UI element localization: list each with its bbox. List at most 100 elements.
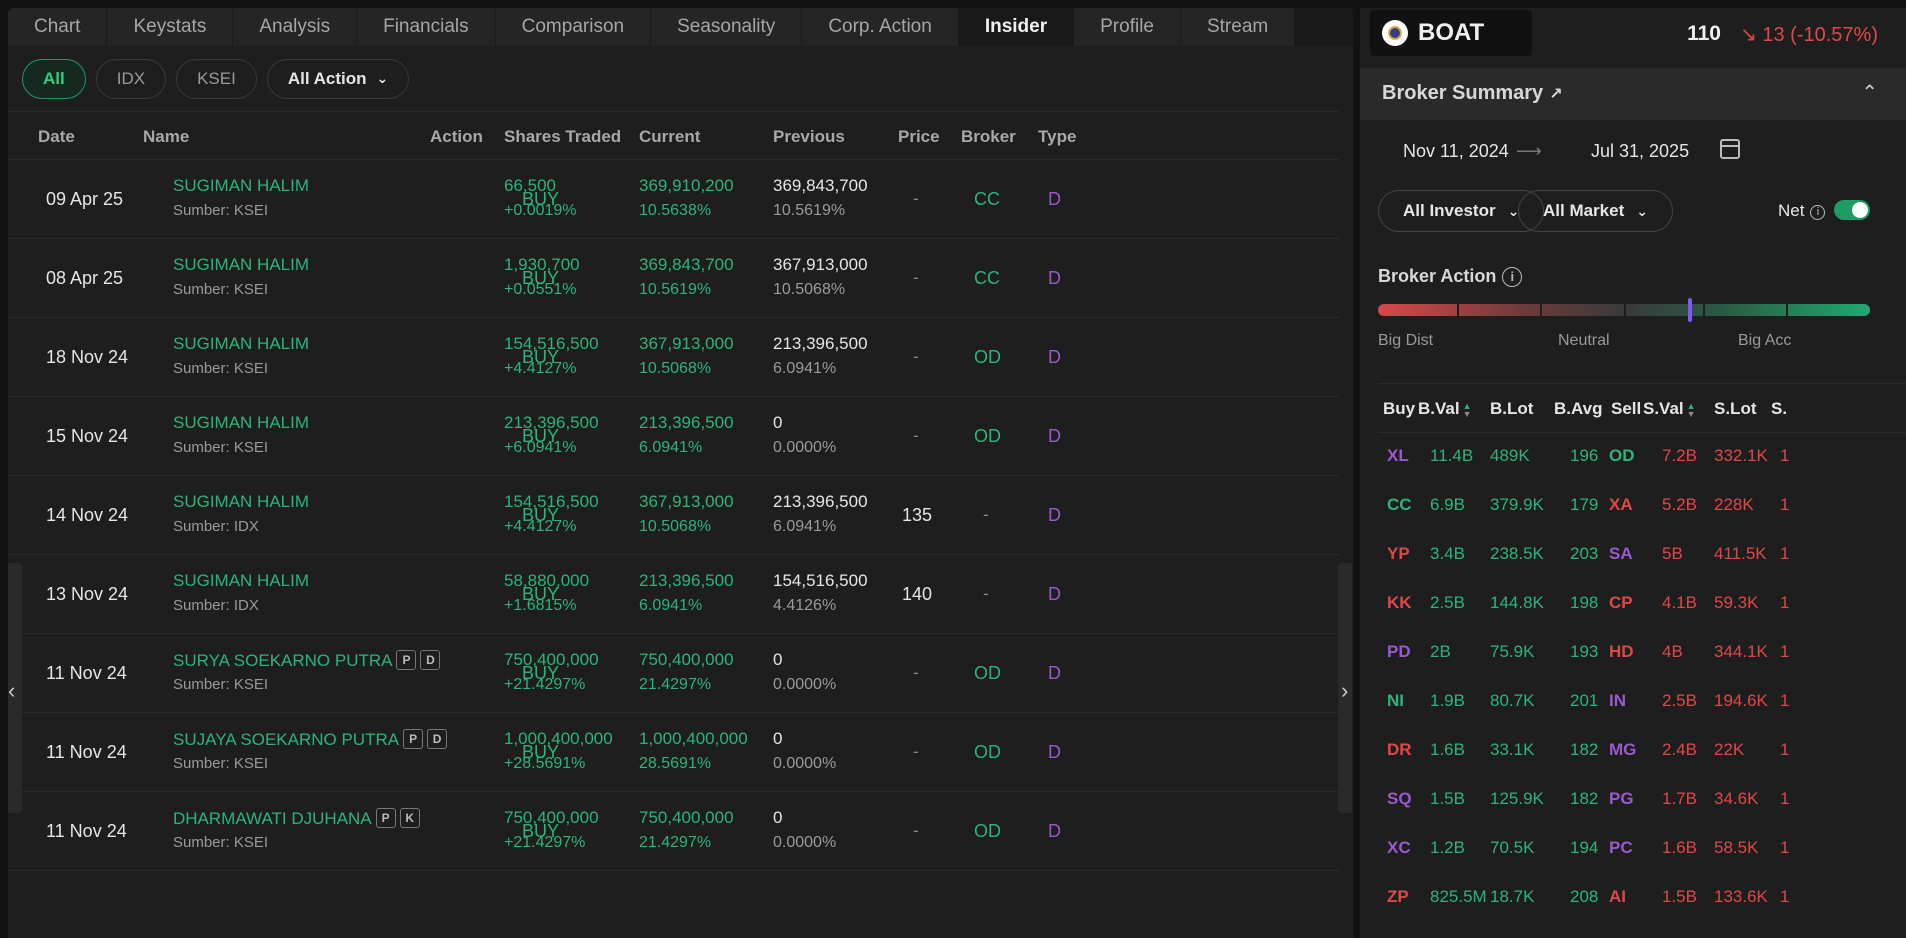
sell-broker-code[interactable]: SA (1609, 544, 1633, 564)
current-holding: 367,913,000 (639, 334, 734, 353)
buy-broker-code[interactable]: XL (1387, 446, 1409, 466)
buy-broker-code[interactable]: YP (1387, 544, 1410, 564)
market-dropdown[interactable]: All Market ⌄ (1518, 190, 1673, 232)
sell-broker-code[interactable]: PC (1609, 838, 1633, 858)
info-icon[interactable]: i (1502, 267, 1523, 287)
buy-broker-code[interactable]: XC (1387, 838, 1411, 858)
col-previous[interactable]: Previous (773, 127, 845, 147)
broker-row[interactable]: NI 1.9B 80.7K 201 IN 2.5B 194.6K 1 (1378, 679, 1906, 728)
col-price[interactable]: Price (898, 127, 940, 147)
table-row[interactable]: 18 Nov 24 SUGIMAN HALIM Sumber: KSEI BUY… (8, 318, 1339, 397)
tab-corp-action[interactable]: Corp. Action (802, 8, 959, 46)
broker-summary-header[interactable]: Broker Summary ↗ ⌃ (1360, 68, 1906, 120)
sell-broker-code[interactable]: OD (1609, 446, 1635, 466)
tab-insider[interactable]: Insider (958, 8, 1075, 46)
tab-financials[interactable]: Financials (357, 8, 496, 46)
sell-broker-code[interactable]: CP (1609, 593, 1633, 613)
broker-summary-title[interactable]: Broker Summary ↗ (1382, 82, 1563, 105)
sell-broker-code[interactable]: IN (1609, 691, 1626, 711)
insider-name-link[interactable]: SURYA SOEKARNO PUTRA P D (173, 650, 441, 671)
col-name[interactable]: Name (143, 127, 189, 147)
buy-broker-code[interactable]: ZP (1387, 887, 1409, 907)
col-slot[interactable]: S.Lot (1714, 399, 1757, 419)
insider-name-link[interactable]: SUGIMAN HALIM (173, 334, 309, 354)
arrow-right-icon: ⟶ (1516, 141, 1542, 161)
filter-all-button[interactable]: All (22, 58, 86, 99)
col-action[interactable]: Action (430, 127, 483, 147)
table-row[interactable]: 11 Nov 24 DHARMAWATI DJUHANA P K Sumber: K… (8, 792, 1339, 871)
table-row[interactable]: 08 Apr 25 SUGIMAN HALIM Sumber: KSEI BUY… (8, 239, 1339, 318)
insider-name: SUGIMAN HALIM (173, 176, 310, 195)
col-current[interactable]: Current (639, 127, 700, 147)
broker-row[interactable]: CC 6.9B 379.9K 179 XA 5.2B 228K 1 (1378, 483, 1906, 532)
broker-row[interactable]: KK 2.5B 144.8K 198 CP 4.1B 59.3K 1 (1378, 581, 1906, 630)
tab-analysis[interactable]: Analysis (233, 8, 358, 46)
insider-name-link[interactable]: DHARMAWATI DJUHANA P K (173, 808, 420, 829)
broker-row[interactable]: XL 11.4B 489K 196 OD 7.2B 332.1K 1 (1378, 434, 1906, 483)
shares-traded-pct: +28.5691% (504, 755, 586, 772)
sell-value: 5.2B (1662, 495, 1697, 514)
buy-broker-code[interactable]: CC (1387, 495, 1412, 515)
col-broker[interactable]: Broker (961, 127, 1016, 147)
col-savg[interactable]: S. (1771, 399, 1787, 419)
insider-name-link[interactable]: SUGIMAN HALIM (173, 413, 309, 433)
chevron-down-icon: ⌄ (1636, 202, 1648, 219)
calendar-icon[interactable] (1720, 139, 1740, 159)
insider-name-link[interactable]: SUGIMAN HALIM (173, 571, 309, 591)
tab-chart[interactable]: Chart (8, 8, 108, 46)
table-row[interactable]: 11 Nov 24 SURYA SOEKARNO PUTRA P D Sumber:… (8, 634, 1339, 713)
filter-ksei-button[interactable]: KSEI (176, 58, 257, 99)
net-toggle[interactable] (1834, 200, 1870, 220)
col-sell[interactable]: Sell (1611, 399, 1641, 419)
chevron-up-icon[interactable]: ⌃ (1861, 80, 1878, 105)
filter-idx-button[interactable]: IDX (95, 58, 167, 99)
tab-keystats[interactable]: Keystats (107, 8, 234, 46)
date-to[interactable]: Jul 31, 2025 (1591, 141, 1689, 162)
col-shares-traded[interactable]: Shares Traded (504, 127, 621, 147)
insider-name-link[interactable]: SUJAYA SOEKARNO PUTRA P D (173, 729, 448, 750)
table-row[interactable]: 09 Apr 25 SUGIMAN HALIM Sumber: KSEI BUY… (8, 160, 1339, 239)
buy-broker-code[interactable]: KK (1387, 593, 1412, 613)
table-row[interactable]: 13 Nov 24 SUGIMAN HALIM Sumber: IDX BUY … (8, 555, 1339, 634)
broker-row[interactable]: DR 1.6B 33.1K 182 MG 2.4B 22K 1 (1378, 728, 1906, 777)
broker-row[interactable]: SQ 1.5B 125.9K 182 PG 1.7B 34.6K 1 (1378, 777, 1906, 826)
sell-broker-code[interactable]: AI (1609, 887, 1626, 907)
sell-broker-code[interactable]: HD (1609, 642, 1634, 662)
sell-broker-code[interactable]: PG (1609, 789, 1634, 809)
broker-row[interactable]: FP 594.9M 18K 195 BF 423.3M 45.9K 1 (1378, 924, 1906, 938)
broker-row[interactable]: ZP 825.5M 18.7K 208 AI 1.5B 133.6K 1 (1378, 875, 1906, 924)
chevron-right-icon[interactable]: › (1341, 678, 1348, 704)
col-sval[interactable]: S.Val ▲ ▼ (1643, 399, 1696, 419)
col-date[interactable]: Date (38, 127, 75, 147)
col-bval[interactable]: B.Val ▲ ▼ (1418, 399, 1472, 419)
symbol-selector[interactable]: BOAT (1370, 10, 1532, 56)
broker-row[interactable]: XC 1.2B 70.5K 194 PC 1.6B 58.5K 1 (1378, 826, 1906, 875)
tab-seasonality[interactable]: Seasonality (651, 8, 803, 46)
insider-name-link[interactable]: SUGIMAN HALIM (173, 492, 309, 512)
tab-profile[interactable]: Profile (1074, 8, 1181, 46)
current-holding-pct: 10.5068% (639, 518, 712, 535)
insider-name-link[interactable]: SUGIMAN HALIM (173, 255, 309, 275)
table-row[interactable]: 11 Nov 24 SUJAYA SOEKARNO PUTRA P D Sumber… (8, 713, 1339, 792)
tab-stream[interactable]: Stream (1180, 8, 1296, 46)
table-row[interactable]: 14 Nov 24 SUGIMAN HALIM Sumber: IDX BUY … (8, 476, 1339, 555)
buy-broker-code[interactable]: NI (1387, 691, 1404, 711)
broker-row[interactable]: PD 2B 75.9K 193 HD 4B 344.1K 1 (1378, 630, 1906, 679)
action-filter-dropdown[interactable]: All Action ⌄ (266, 58, 410, 99)
col-buy[interactable]: Buy (1383, 399, 1415, 419)
info-icon[interactable]: i (1810, 205, 1826, 220)
col-blot[interactable]: B.Lot (1490, 399, 1533, 419)
insider-name-link[interactable]: SUGIMAN HALIM (173, 176, 309, 196)
date-from[interactable]: Nov 11, 2024 (1403, 141, 1509, 162)
buy-broker-code[interactable]: PD (1387, 642, 1411, 662)
sell-broker-code[interactable]: XA (1609, 495, 1633, 515)
col-type[interactable]: Type (1038, 127, 1076, 147)
buy-broker-code[interactable]: SQ (1387, 789, 1412, 809)
broker-row[interactable]: YP 3.4B 238.5K 203 SA 5B 411.5K 1 (1378, 532, 1906, 581)
sell-broker-code[interactable]: MG (1609, 740, 1636, 760)
chevron-left-icon[interactable]: ‹ (8, 678, 15, 704)
buy-broker-code[interactable]: DR (1387, 740, 1412, 760)
table-row[interactable]: 15 Nov 24 SUGIMAN HALIM Sumber: KSEI BUY… (8, 397, 1339, 476)
col-bavg[interactable]: B.Avg (1554, 399, 1603, 419)
tab-comparison[interactable]: Comparison (495, 8, 652, 46)
